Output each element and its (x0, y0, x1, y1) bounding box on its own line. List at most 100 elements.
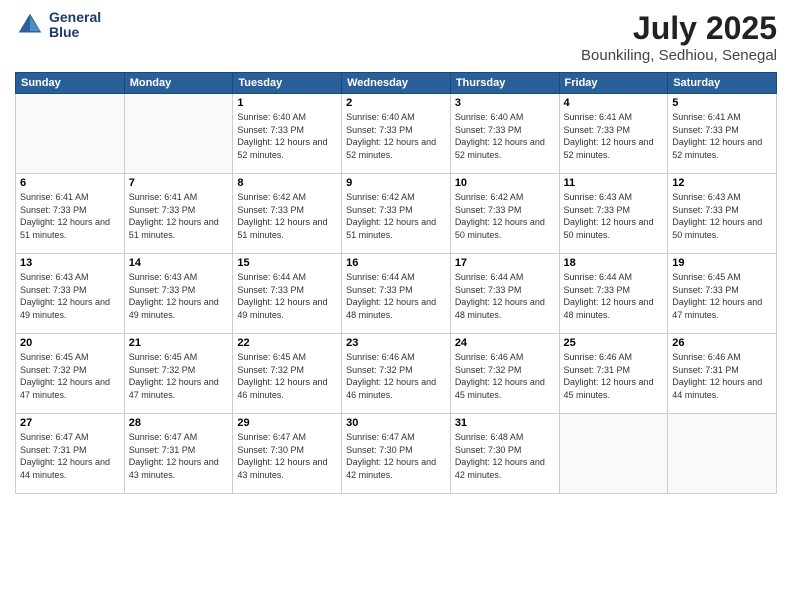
week-row-4: 20 Sunrise: 6:45 AMSunset: 7:32 PMDayligh… (16, 334, 777, 414)
day-number: 30 (346, 417, 446, 429)
day-number: 4 (564, 97, 664, 109)
calendar-cell: 8Sunrise: 6:42 AMSunset: 7:33 PMDaylight… (233, 174, 342, 254)
page: General Blue July 2025 Bounkiling, Sedhi… (0, 0, 792, 612)
day-number: 16 (346, 257, 446, 269)
calendar-cell: 21 Sunrise: 6:45 AMSunset: 7:32 PMDayligh… (124, 334, 233, 414)
calendar-cell: 18 Sunrise: 6:44 AMSunset: 7:33 PMDayligh… (559, 254, 668, 334)
logo-line2: Blue (49, 25, 101, 40)
calendar-cell: 10 Sunrise: 6:42 AMSunset: 7:33 PMDayligh… (450, 174, 559, 254)
day-number: 10 (455, 177, 555, 189)
calendar-cell: 2 Sunrise: 6:40 AMSunset: 7:33 PMDaylight… (342, 94, 451, 174)
day-info: Sunrise: 6:44 AMSunset: 7:33 PMDaylight:… (564, 271, 664, 321)
calendar-cell: 9 Sunrise: 6:42 AMSunset: 7:33 PMDaylight… (342, 174, 451, 254)
header: General Blue July 2025 Bounkiling, Sedhi… (15, 10, 777, 64)
day-number: 28 (129, 417, 229, 429)
day-number: 12 (672, 177, 772, 189)
day-number: 27 (20, 417, 120, 429)
day-number: 6 (20, 177, 120, 189)
day-info: Sunrise: 6:42 AMSunset: 7:33 PMDaylight:… (346, 191, 446, 241)
title-block: July 2025 Bounkiling, Sedhiou, Senegal (581, 10, 777, 64)
day-number: 31 (455, 417, 555, 429)
day-info: Sunrise: 6:40 AMSunset: 7:33 PMDaylight:… (455, 111, 555, 161)
day-number: 14 (129, 257, 229, 269)
calendar-cell: 17 Sunrise: 6:44 AMSunset: 7:33 PMDayligh… (450, 254, 559, 334)
day-number: 8 (237, 177, 337, 189)
day-info: Sunrise: 6:40 AMSunset: 7:33 PMDaylight:… (237, 111, 337, 161)
day-info: Sunrise: 6:44 AMSunset: 7:33 PMDaylight:… (237, 271, 337, 321)
day-info: Sunrise: 6:46 AMSunset: 7:32 PMDaylight:… (455, 351, 555, 401)
day-info: Sunrise: 6:43 AMSunset: 7:33 PMDaylight:… (564, 191, 664, 241)
day-info: Sunrise: 6:44 AMSunset: 7:33 PMDaylight:… (455, 271, 555, 321)
calendar-cell: 12 Sunrise: 6:43 AMSunset: 7:33 PMDayligh… (668, 174, 777, 254)
calendar-cell: 16 Sunrise: 6:44 AMSunset: 7:33 PMDayligh… (342, 254, 451, 334)
day-info: Sunrise: 6:45 AMSunset: 7:32 PMDaylight:… (129, 351, 229, 401)
main-title: July 2025 (581, 10, 777, 47)
day-info: Sunrise: 6:48 AMSunset: 7:30 PMDaylight:… (455, 431, 555, 481)
day-number: 19 (672, 257, 772, 269)
header-day-sunday: Sunday (16, 73, 125, 94)
calendar-cell: 6 Sunrise: 6:41 AMSunset: 7:33 PMDaylight… (16, 174, 125, 254)
day-number: 9 (346, 177, 446, 189)
logo-text: General Blue (49, 10, 101, 41)
calendar-cell: 30 Sunrise: 6:47 AMSunset: 7:30 PMDayligh… (342, 414, 451, 494)
day-number: 22 (237, 337, 337, 349)
week-row-1: 1Sunrise: 6:40 AMSunset: 7:33 PMDaylight… (16, 94, 777, 174)
calendar-cell: 11 Sunrise: 6:43 AMSunset: 7:33 PMDayligh… (559, 174, 668, 254)
day-info: Sunrise: 6:45 AMSunset: 7:32 PMDaylight:… (20, 351, 120, 401)
calendar-cell: 14 Sunrise: 6:43 AMSunset: 7:33 PMDayligh… (124, 254, 233, 334)
logo: General Blue (15, 10, 101, 41)
day-info: Sunrise: 6:46 AMSunset: 7:31 PMDaylight:… (672, 351, 772, 401)
header-row: SundayMondayTuesdayWednesdayThursdayFrid… (16, 73, 777, 94)
day-info: Sunrise: 6:42 AMSunset: 7:33 PMDaylight:… (455, 191, 555, 241)
calendar-cell: 25Sunrise: 6:46 AMSunset: 7:31 PMDayligh… (559, 334, 668, 414)
day-number: 23 (346, 337, 446, 349)
calendar-cell: 1Sunrise: 6:40 AMSunset: 7:33 PMDaylight… (233, 94, 342, 174)
header-day-monday: Monday (124, 73, 233, 94)
day-info: Sunrise: 6:40 AMSunset: 7:33 PMDaylight:… (346, 111, 446, 161)
day-info: Sunrise: 6:41 AMSunset: 7:33 PMDaylight:… (672, 111, 772, 161)
day-number: 15 (237, 257, 337, 269)
calendar-cell: 26 Sunrise: 6:46 AMSunset: 7:31 PMDayligh… (668, 334, 777, 414)
day-number: 5 (672, 97, 772, 109)
calendar-cell (124, 94, 233, 174)
day-number: 13 (20, 257, 120, 269)
day-number: 2 (346, 97, 446, 109)
logo-icon (15, 10, 45, 40)
day-number: 21 (129, 337, 229, 349)
calendar-cell: 22 Sunrise: 6:45 AMSunset: 7:32 PMDayligh… (233, 334, 342, 414)
day-number: 26 (672, 337, 772, 349)
calendar-body: 1Sunrise: 6:40 AMSunset: 7:33 PMDaylight… (16, 94, 777, 494)
day-info: Sunrise: 6:43 AMSunset: 7:33 PMDaylight:… (672, 191, 772, 241)
calendar-cell: 15 Sunrise: 6:44 AMSunset: 7:33 PMDayligh… (233, 254, 342, 334)
calendar-cell (668, 414, 777, 494)
day-number: 17 (455, 257, 555, 269)
day-info: Sunrise: 6:44 AMSunset: 7:33 PMDaylight:… (346, 271, 446, 321)
day-info: Sunrise: 6:41 AMSunset: 7:33 PMDaylight:… (20, 191, 120, 241)
calendar-cell: 3 Sunrise: 6:40 AMSunset: 7:33 PMDaylight… (450, 94, 559, 174)
calendar-cell (559, 414, 668, 494)
calendar-cell: 4Sunrise: 6:41 AMSunset: 7:33 PMDaylight… (559, 94, 668, 174)
day-info: Sunrise: 6:45 AMSunset: 7:33 PMDaylight:… (672, 271, 772, 321)
day-number: 3 (455, 97, 555, 109)
calendar-cell: 23Sunrise: 6:46 AMSunset: 7:32 PMDayligh… (342, 334, 451, 414)
calendar-cell: 19 Sunrise: 6:45 AMSunset: 7:33 PMDayligh… (668, 254, 777, 334)
day-number: 18 (564, 257, 664, 269)
day-number: 29 (237, 417, 337, 429)
calendar-cell: 5 Sunrise: 6:41 AMSunset: 7:33 PMDaylight… (668, 94, 777, 174)
week-row-5: 27Sunrise: 6:47 AMSunset: 7:31 PMDayligh… (16, 414, 777, 494)
day-info: Sunrise: 6:45 AMSunset: 7:32 PMDaylight:… (237, 351, 337, 401)
header-day-thursday: Thursday (450, 73, 559, 94)
calendar-header: SundayMondayTuesdayWednesdayThursdayFrid… (16, 73, 777, 94)
header-day-tuesday: Tuesday (233, 73, 342, 94)
week-row-3: 13 Sunrise: 6:43 AMSunset: 7:33 PMDayligh… (16, 254, 777, 334)
day-info: Sunrise: 6:47 AMSunset: 7:30 PMDaylight:… (237, 431, 337, 481)
calendar-cell: 28Sunrise: 6:47 AMSunset: 7:31 PMDayligh… (124, 414, 233, 494)
day-info: Sunrise: 6:47 AMSunset: 7:30 PMDaylight:… (346, 431, 446, 481)
day-number: 20 (20, 337, 120, 349)
header-day-friday: Friday (559, 73, 668, 94)
day-info: Sunrise: 6:43 AMSunset: 7:33 PMDaylight:… (20, 271, 120, 321)
day-info: Sunrise: 6:43 AMSunset: 7:33 PMDaylight:… (129, 271, 229, 321)
calendar-cell: 7Sunrise: 6:41 AMSunset: 7:33 PMDaylight… (124, 174, 233, 254)
day-number: 11 (564, 177, 664, 189)
day-info: Sunrise: 6:46 AMSunset: 7:31 PMDaylight:… (564, 351, 664, 401)
